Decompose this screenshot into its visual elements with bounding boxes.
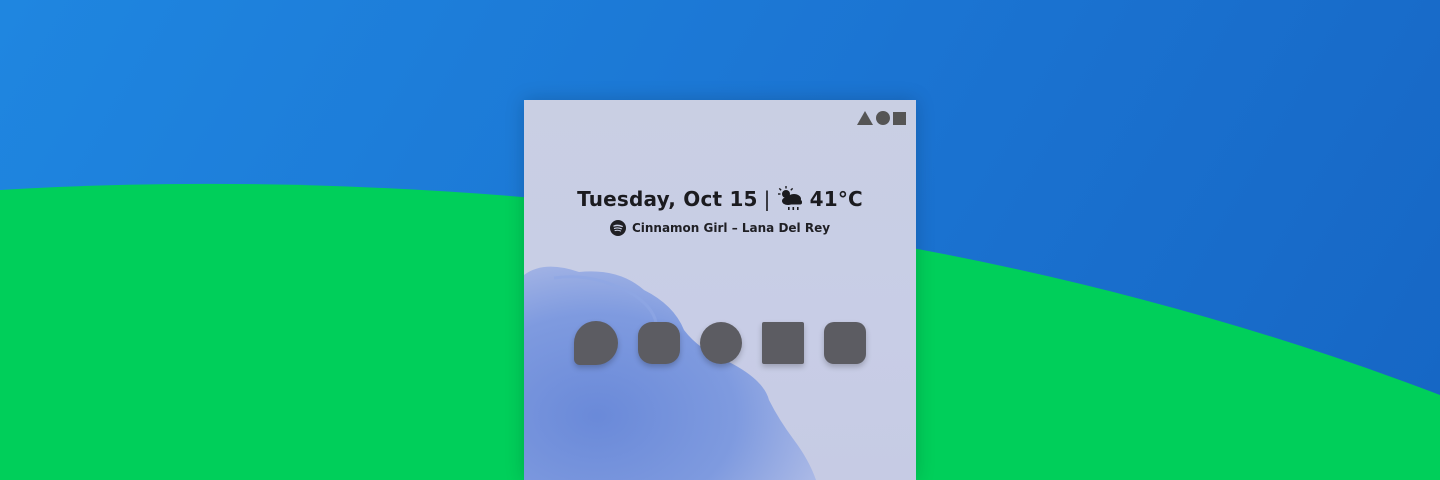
now-playing-text: Cinnamon Girl – Lana Del Rey	[631, 221, 831, 235]
status-bar	[857, 111, 906, 125]
separator: |	[763, 187, 771, 211]
square-app-icon[interactable]	[762, 322, 804, 364]
teardrop-app-icon[interactable]	[574, 321, 618, 365]
temperature-label[interactable]: 41°C	[810, 187, 863, 211]
phone-screen: Tuesday, Oct 15 | 41°C Cinnamon Girl – L…	[524, 100, 916, 480]
date-label[interactable]: Tuesday, Oct 15	[577, 187, 758, 211]
at-a-glance-widget[interactable]: Tuesday, Oct 15 | 41°C	[524, 186, 916, 212]
spotify-icon	[609, 220, 626, 236]
now-playing-chip[interactable]: Cinnamon Girl – Lana Del Rey	[524, 220, 916, 236]
squircle-app-icon[interactable]	[638, 322, 680, 364]
circle-icon	[876, 111, 890, 125]
wallpaper-splash	[524, 266, 816, 480]
rounded-square-app-icon[interactable]	[824, 322, 866, 364]
cloud-rain-sun-icon[interactable]	[777, 186, 805, 212]
circle-app-icon[interactable]	[700, 322, 742, 364]
triangle-icon	[857, 111, 873, 125]
home-icon-row	[574, 320, 866, 366]
square-icon	[893, 111, 906, 125]
